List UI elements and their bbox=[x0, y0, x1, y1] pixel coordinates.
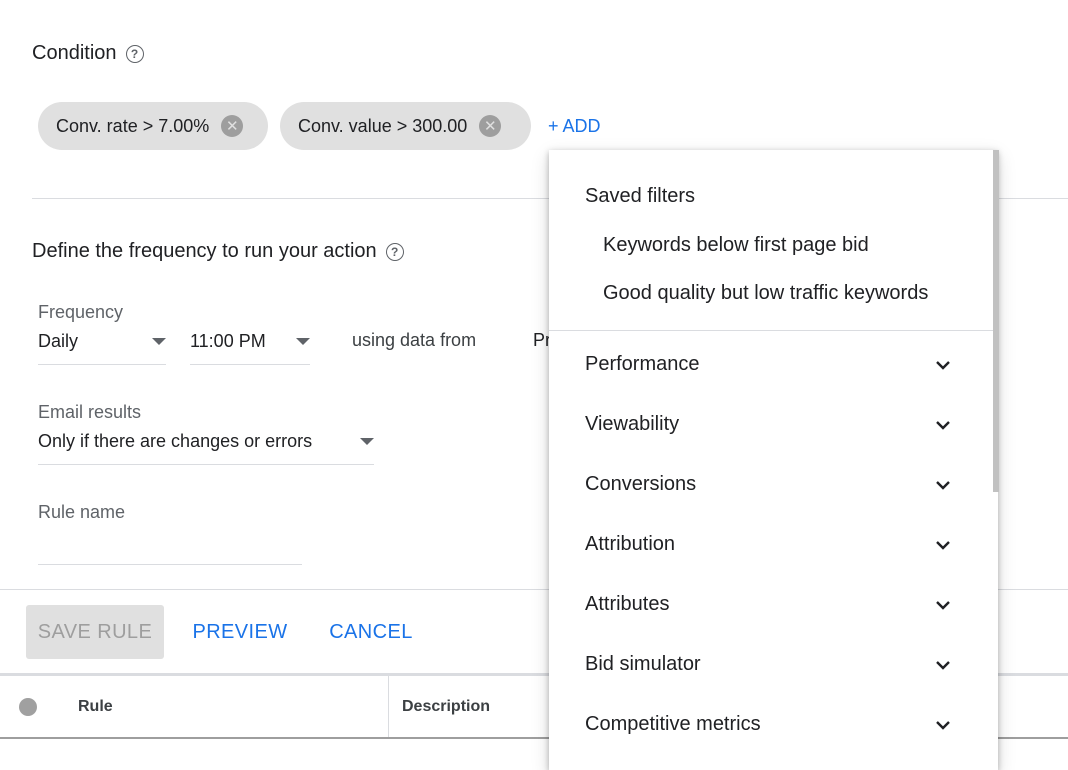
category-label: Competitive metrics bbox=[585, 713, 761, 735]
frequency-label: Frequency bbox=[38, 302, 124, 322]
add-condition-button[interactable]: + ADD bbox=[548, 116, 601, 137]
condition-title: Condition bbox=[32, 42, 117, 64]
condition-heading: Condition ? bbox=[32, 42, 144, 65]
remove-chip-icon[interactable]: ✕ bbox=[479, 115, 502, 137]
category-competitive-metrics[interactable]: Competitive metrics bbox=[585, 713, 953, 736]
dropdown-arrow-icon bbox=[360, 437, 374, 445]
category-viewability[interactable]: Viewability bbox=[585, 413, 953, 436]
dropdown-arrow-icon bbox=[296, 337, 310, 345]
category-attribution[interactable]: Attribution bbox=[585, 533, 953, 556]
chevron-down-icon bbox=[936, 720, 950, 730]
table-header-rule[interactable]: Rule bbox=[78, 698, 113, 716]
preview-button[interactable]: PREVIEW bbox=[186, 605, 294, 659]
frequency-section-title: Define the frequency to run your action bbox=[32, 240, 377, 262]
add-filter-dropdown: Saved filters Keywords below first page … bbox=[549, 150, 998, 770]
category-performance[interactable]: Performance bbox=[585, 353, 953, 376]
chevron-down-icon bbox=[936, 600, 950, 610]
condition-chip-conv-rate[interactable]: Conv. rate > 7.00% ✕ bbox=[38, 102, 268, 150]
email-results-select[interactable]: Only if there are changes or errors bbox=[38, 430, 374, 465]
category-label: Conversions bbox=[585, 473, 697, 495]
frequency-value: Daily bbox=[38, 330, 79, 351]
category-label: Attribution bbox=[585, 533, 676, 555]
saved-filter-item[interactable]: Good quality but low traffic keywords bbox=[603, 282, 928, 305]
table-header-description[interactable]: Description bbox=[402, 698, 490, 716]
dropdown-arrow-icon bbox=[152, 337, 166, 345]
save-rule-button[interactable]: SAVE RULE bbox=[26, 605, 164, 659]
select-all-indicator-icon[interactable] bbox=[19, 698, 37, 716]
saved-filter-item[interactable]: Keywords below first page bid bbox=[603, 234, 869, 257]
column-divider bbox=[388, 676, 389, 738]
email-results-label: Email results bbox=[38, 402, 142, 422]
dropdown-divider bbox=[549, 330, 993, 331]
condition-chip-conv-value[interactable]: Conv. value > 300.00 ✕ bbox=[280, 102, 531, 150]
category-label: Viewability bbox=[585, 413, 680, 435]
rule-name-input[interactable] bbox=[38, 530, 302, 565]
time-select[interactable]: 11:00 PM bbox=[190, 330, 310, 365]
category-bid-simulator[interactable]: Bid simulator bbox=[585, 653, 953, 676]
frequency-heading: Define the frequency to run your action … bbox=[32, 240, 404, 263]
dropdown-scrollbar[interactable] bbox=[993, 150, 999, 492]
cancel-button[interactable]: CANCEL bbox=[322, 605, 420, 659]
category-label: Bid simulator bbox=[585, 653, 701, 675]
category-label: Performance bbox=[585, 353, 700, 375]
chevron-down-icon bbox=[936, 420, 950, 430]
chevron-down-icon bbox=[936, 360, 950, 370]
category-label: Attributes bbox=[585, 593, 670, 615]
chip-label: Conv. rate > 7.00% bbox=[56, 115, 210, 136]
time-value: 11:00 PM bbox=[190, 330, 266, 351]
chevron-down-icon bbox=[936, 660, 950, 670]
rule-name-label: Rule name bbox=[38, 502, 126, 522]
using-data-from-text: using data from bbox=[352, 330, 477, 350]
email-results-value: Only if there are changes or errors bbox=[38, 430, 313, 451]
frequency-select[interactable]: Daily bbox=[38, 330, 166, 365]
category-attributes[interactable]: Attributes bbox=[585, 593, 953, 616]
chevron-down-icon bbox=[936, 480, 950, 490]
help-icon[interactable]: ? bbox=[385, 242, 404, 261]
chip-label: Conv. value > 300.00 bbox=[298, 115, 468, 136]
help-icon[interactable]: ? bbox=[125, 44, 144, 63]
category-conversions[interactable]: Conversions bbox=[585, 473, 953, 496]
saved-filters-heading: Saved filters bbox=[585, 185, 696, 207]
remove-chip-icon[interactable]: ✕ bbox=[221, 115, 244, 137]
chevron-down-icon bbox=[936, 540, 950, 550]
